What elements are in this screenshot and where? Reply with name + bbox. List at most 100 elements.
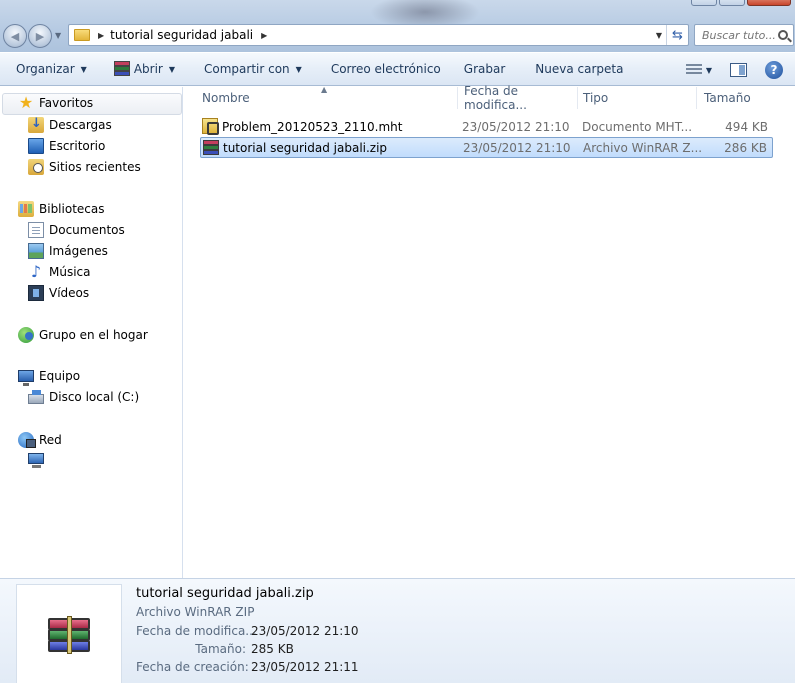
correo-label: Correo electrónico	[330, 62, 441, 76]
recent-pages-dropdown[interactable]: ▼	[55, 31, 63, 41]
winrar-zip-icon	[203, 140, 219, 156]
network-computer-icon	[28, 453, 44, 468]
details-file-type: Archivo WinRAR ZIP	[136, 605, 255, 619]
sidebar-item-label: Equipo	[39, 369, 81, 383]
downloads-icon	[28, 116, 44, 133]
search-icon[interactable]	[778, 30, 788, 40]
sidebar-item-musica[interactable]: ♪ Música	[28, 264, 91, 280]
details-pane: tutorial seguridad jabali.zip Archivo Wi…	[0, 578, 795, 683]
organizar-label: Organizar	[16, 62, 75, 76]
sidebar-item-network-computer[interactable]	[28, 453, 49, 468]
details-file-name: tutorial seguridad jabali.zip	[136, 586, 314, 601]
file-list: ▲ Nombre Fecha de modifica... Tipo Tamañ…	[184, 84, 795, 578]
sidebar-item-red[interactable]: Red	[18, 432, 62, 448]
documents-icon	[28, 222, 44, 238]
preview-pane-icon[interactable]	[730, 63, 747, 77]
window-title-area: ◀ ▶ ▼ ▶ tutorial seguridad jabali ▶ ▼ ⇆	[0, 0, 795, 52]
view-controls: ▼ ?	[685, 53, 795, 87]
desktop-icon	[28, 138, 44, 154]
file-name: tutorial seguridad jabali.zip	[223, 140, 388, 155]
sidebar-item-favoritos[interactable]: ★ Favoritos	[18, 95, 93, 111]
homegroup-icon	[18, 327, 34, 343]
close-button[interactable]	[747, 0, 791, 6]
file-date: 23/05/2012 21:10	[463, 140, 571, 155]
details-label-tamano: Tamaño:	[195, 642, 246, 656]
minimize-button[interactable]	[691, 0, 717, 6]
hard-drive-icon	[28, 390, 44, 404]
column-header-fecha[interactable]: Fecha de modifica...	[457, 84, 576, 112]
address-dropdown-icon[interactable]: ▼	[656, 31, 662, 40]
chevron-down-icon[interactable]: ▼	[706, 66, 712, 75]
chevron-down-icon: ▼	[295, 64, 302, 74]
computer-icon	[18, 370, 34, 386]
sidebar-item-descargas[interactable]: Descargas	[28, 116, 112, 133]
network-icon	[18, 432, 36, 448]
change-view-icon[interactable]	[685, 64, 702, 76]
column-header-tamano[interactable]: Tamaño	[696, 87, 786, 109]
compartir-con-button[interactable]: Compartir con ▼	[196, 55, 310, 83]
maximize-button[interactable]	[719, 0, 745, 6]
sidebar-item-sitios-recientes[interactable]: Sitios recientes	[28, 159, 141, 175]
chevron-down-icon: ▼	[80, 64, 87, 74]
forward-arrow-icon: ▶	[35, 29, 45, 43]
nueva-carpeta-button[interactable]: Nueva carpeta	[527, 55, 631, 83]
sidebar-item-escritorio[interactable]: Escritorio	[28, 138, 105, 154]
column-header-label: Fecha de modifica...	[464, 84, 527, 112]
chevron-down-icon: ▼	[168, 64, 176, 74]
sidebar-item-equipo[interactable]: Equipo	[18, 369, 81, 386]
sidebar-item-label: Favoritos	[39, 96, 94, 110]
window-controls	[691, 0, 791, 6]
file-row-selected[interactable]: tutorial seguridad jabali.zip 23/05/2012…	[200, 137, 773, 158]
nueva-carpeta-label: Nueva carpeta	[535, 62, 624, 76]
column-header-nombre[interactable]: Nombre	[202, 87, 456, 109]
refresh-icon[interactable]: ⇆	[666, 25, 688, 45]
grabar-button[interactable]: Grabar	[456, 55, 514, 83]
sidebar-item-bibliotecas[interactable]: Bibliotecas	[18, 201, 104, 217]
search-input[interactable]	[702, 28, 776, 42]
back-button[interactable]: ◀	[3, 24, 27, 48]
organizar-button[interactable]: Organizar ▼	[8, 55, 95, 83]
sidebar-item-label: Grupo en el hogar	[39, 328, 148, 342]
sidebar-item-label: Vídeos	[49, 286, 90, 300]
command-bar: Organizar ▼ Abrir ▼ Compartir con ▼ Corr…	[0, 52, 795, 86]
file-size: 494 KB	[725, 119, 768, 134]
details-value-fecha-creacion[interactable]: 23/05/2012 21:11	[251, 660, 359, 674]
details-label-fecha-creacion: Fecha de creación:	[136, 660, 249, 674]
address-bar[interactable]: ▶ tutorial seguridad jabali ▶ ▼ ⇆	[68, 24, 689, 46]
sidebar-item-label: Música	[49, 265, 91, 279]
file-row[interactable]: Problem_20120523_2110.mht 23/05/2012 21:…	[200, 116, 773, 137]
back-arrow-icon: ◀	[10, 29, 20, 43]
folder-icon	[74, 29, 90, 41]
video-film-icon	[28, 285, 44, 301]
breadcrumb-current-folder[interactable]: tutorial seguridad jabali	[110, 28, 253, 42]
correo-electronico-button[interactable]: Correo electrónico	[323, 55, 449, 83]
sidebar-item-label: Bibliotecas	[39, 202, 105, 216]
details-value-fecha-modificacion[interactable]: 23/05/2012 21:10	[251, 624, 359, 638]
search-box[interactable]	[694, 24, 794, 46]
sidebar-item-label: Descargas	[49, 118, 112, 132]
column-header-tipo[interactable]: Tipo	[577, 87, 696, 109]
sidebar-item-imagenes[interactable]: Imágenes	[28, 243, 108, 259]
sidebar-item-label: Documentos	[49, 223, 125, 237]
file-date: 23/05/2012 21:10	[462, 119, 570, 134]
details-label-fecha-modificacion: Fecha de modifica...	[136, 624, 257, 638]
winrar-icon	[113, 61, 130, 77]
sidebar-item-grupo-hogar[interactable]: Grupo en el hogar	[18, 327, 148, 343]
sidebar-item-label: Disco local (C:)	[49, 390, 140, 404]
abrir-button[interactable]: Abrir ▼	[106, 55, 183, 83]
compartir-label: Compartir con	[204, 62, 290, 76]
music-note-icon: ♪	[30, 262, 42, 281]
sidebar-item-disco-local[interactable]: Disco local (C:)	[28, 390, 139, 404]
star-icon: ★	[18, 93, 34, 112]
sidebar-item-label: Escritorio	[49, 139, 106, 153]
help-icon[interactable]: ?	[765, 61, 783, 79]
file-name: Problem_20120523_2110.mht	[222, 119, 403, 134]
sidebar-item-videos[interactable]: Vídeos	[28, 285, 89, 301]
chevron-right-icon[interactable]: ▶	[261, 31, 267, 40]
chevron-right-icon[interactable]: ▶	[98, 31, 104, 40]
forward-button[interactable]: ▶	[28, 24, 52, 48]
sidebar-item-documentos[interactable]: Documentos	[28, 222, 125, 238]
file-size: 286 KB	[724, 140, 767, 155]
file-thumbnail	[16, 584, 122, 683]
sidebar-item-label: Sitios recientes	[49, 160, 141, 174]
